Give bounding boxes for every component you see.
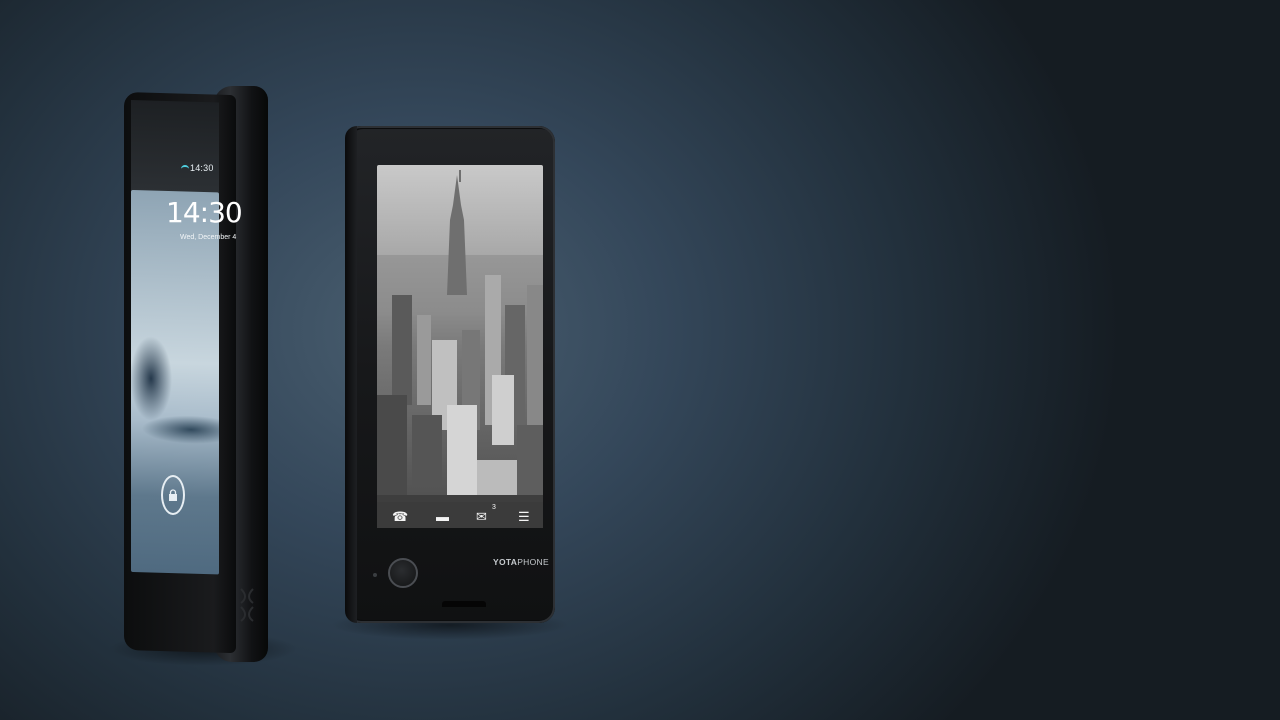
phone-front: 14:30 14:30 Wed, December 4 bbox=[0, 0, 1280, 720]
brand-bold: YOTA bbox=[493, 557, 518, 567]
status-bar-time: 14:30 bbox=[190, 163, 214, 173]
menu-icon[interactable]: ☰ bbox=[518, 510, 530, 523]
phone-front-top-bezel bbox=[131, 100, 219, 195]
eink-display bbox=[377, 165, 543, 528]
front-camera-dot bbox=[373, 573, 377, 577]
brand-label: YOTAPHONE bbox=[493, 557, 549, 567]
lock-icon bbox=[169, 489, 177, 501]
city-skyline-image bbox=[377, 165, 543, 528]
lockscreen-date: Wed, December 4 bbox=[180, 234, 237, 241]
water-splash-wallpaper bbox=[131, 318, 219, 461]
home-button[interactable] bbox=[388, 558, 418, 588]
wifi-icon bbox=[181, 165, 189, 173]
phone-icon[interactable]: ☎ bbox=[392, 510, 408, 523]
unlock-button[interactable] bbox=[161, 475, 185, 515]
bottom-port bbox=[442, 601, 486, 607]
chat-icon[interactable]: ▬ bbox=[436, 510, 449, 523]
product-scene: 14:30 14:30 Wed, December 4 ☎ ▬ ✉ 3 ☰ YO… bbox=[0, 0, 1280, 720]
brand-light: PHONE bbox=[517, 557, 549, 567]
mail-icon[interactable]: ✉ bbox=[476, 510, 487, 523]
phone-back-side-edge bbox=[345, 126, 357, 623]
yota-logo-icon bbox=[240, 588, 254, 622]
lockscreen-clock: 14:30 bbox=[166, 196, 243, 229]
mail-count-badge: 3 bbox=[492, 504, 496, 511]
